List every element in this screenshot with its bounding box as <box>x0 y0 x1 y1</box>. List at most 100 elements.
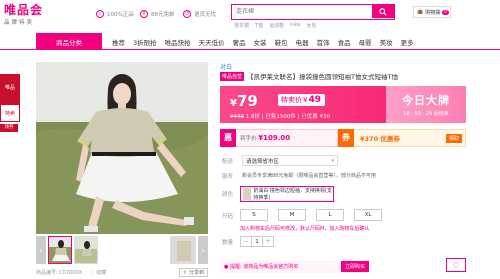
self-operated-tag: 唯品自营 <box>220 71 245 81</box>
size-options: S M L XL <box>240 209 382 221</box>
coupon-offer[interactable]: 券 ¥370 优惠券 领取 <box>338 128 466 147</box>
qty-minus-button[interactable]: − <box>241 237 251 246</box>
size-button[interactable]: S <box>240 209 268 221</box>
nav-item[interactable]: 天天低价 <box>199 37 225 47</box>
check-icon: ✓ <box>96 10 104 18</box>
current-price: ¥79 <box>230 92 258 110</box>
hot-word[interactable]: 连衣裙 <box>234 22 249 29</box>
hot-word[interactable]: T恤 <box>255 22 263 29</box>
search-button[interactable] <box>372 5 394 18</box>
color-option[interactable]: 奶油白 撞色领边短袖，支持换领(支持换季) <box>240 186 334 202</box>
nav-item[interactable]: 电器 <box>296 37 309 47</box>
product-main-image[interactable] <box>36 62 208 234</box>
nav-item[interactable]: 鞋包 <box>275 37 288 47</box>
region-select[interactable]: 请选择省市区 ▾ <box>242 155 338 166</box>
thumbnail-image <box>49 237 71 263</box>
product-title: 【凯伊莱文联名】撞袋撞色圆领短袖T恤女式短袖T恤 <box>247 73 398 81</box>
qty-plus-button[interactable]: + <box>263 237 273 246</box>
special-label: 特卖价 <box>281 96 302 104</box>
nav-item[interactable]: 女装 <box>254 37 267 47</box>
share-icon: ⇪ <box>182 269 187 276</box>
buy-now-button[interactable]: 立即购买 <box>341 261 369 272</box>
final-price: ¥109.00 <box>258 134 291 142</box>
color-label: 颜色 <box>222 192 234 198</box>
hot-word[interactable]: 运动鞋 <box>269 22 284 29</box>
special-price-tag: 特卖价 ¥49 <box>278 94 325 106</box>
original-price: ¥449 <box>230 114 244 120</box>
price-meta: ¥449 1.8折 | 已售1500件 | 已优惠 ¥30 <box>230 112 330 120</box>
coupon-amount: ¥370 优惠券 <box>360 135 400 143</box>
service-text: 新会员专享满88元免邮（限唯品会直营等），部分商品不可用 <box>242 173 376 179</box>
nav-item-more[interactable]: 更多 <box>401 37 414 47</box>
price-panel: ¥79 特卖价 ¥49 ¥449 1.8折 | 已售1500件 | 已优惠 ¥3… <box>220 86 466 123</box>
size-button[interactable]: XL <box>354 209 382 221</box>
logo[interactable]: 唯品会 品牌特卖 <box>4 3 54 27</box>
nav-item[interactable]: 推荐 <box>112 37 125 47</box>
nav-item[interactable]: 美妆 <box>380 37 393 47</box>
main-nav: 推荐 3折限抢 唯品快抢 天天低价 奢品 女装 鞋包 电器 首饰 食品 母婴 美… <box>112 33 414 50</box>
side-ad-text: 特卖 <box>4 111 15 117</box>
logo-main: 唯品会 <box>4 3 44 17</box>
size-button[interactable]: L <box>316 209 344 221</box>
nav-item[interactable]: 3折限抢 <box>133 37 157 47</box>
size-hint: 加入购物车后尺码可修改，默认尺码M，加入购物车后确认 <box>240 226 370 232</box>
promise-label: 退货无忧 <box>194 12 217 18</box>
coupon-row: 惠 到手价 ¥109.00 券 ¥370 优惠券 领取 <box>220 128 466 147</box>
cart-count: 0 <box>442 9 450 15</box>
nav-item[interactable]: 首饰 <box>317 37 330 47</box>
search-box <box>231 4 395 20</box>
claim-coupon-button[interactable]: 领取 <box>445 133 462 143</box>
hot-word[interactable]: nike <box>290 22 300 29</box>
chevron-right-icon[interactable]: › <box>198 236 208 264</box>
product-photo <box>36 62 208 234</box>
today-title: 今日大牌 <box>402 94 450 107</box>
service-label: 服务 <box>222 174 234 180</box>
thumbnail[interactable] <box>170 236 196 264</box>
chevron-left-icon[interactable]: ‹ <box>36 236 46 264</box>
promise-authentic: ✓ 100%正品 <box>96 10 134 18</box>
cart-button[interactable]: 👜 购物袋 0 <box>413 6 451 18</box>
category-button[interactable]: 商品分类 <box>36 33 102 50</box>
qty-value[interactable]: 1 <box>251 237 263 246</box>
price-value: 79 <box>236 92 258 110</box>
quantity-stepper: − 1 + <box>240 236 274 247</box>
promise-return: ↺ 退货无忧 <box>183 10 216 18</box>
side-ad-mid[interactable]: 特卖 <box>0 104 20 122</box>
heart-icon[interactable]: ♡ <box>446 258 466 272</box>
promise-label: 88元免邮 <box>151 12 175 18</box>
product-title-row: 唯品自营 【凯伊莱文联名】撞袋撞色圆领短袖T恤女式短袖T恤 <box>220 71 398 81</box>
thumbnail[interactable] <box>48 236 72 264</box>
nav-item[interactable]: 食品 <box>338 37 351 47</box>
search-icon <box>379 7 387 16</box>
nav-item[interactable]: 奢品 <box>233 37 246 47</box>
search-input[interactable] <box>232 5 368 18</box>
ship-label: 配送 <box>222 159 234 165</box>
discount-info: 1.8折 | 已售1500件 | 已优惠 ¥30 <box>245 114 330 120</box>
nav-item[interactable]: 唯品快抢 <box>165 37 191 47</box>
return-icon: ↺ <box>183 10 191 18</box>
qty-label: 数量 <box>222 240 234 246</box>
yuan-symbol: ¥ <box>230 98 237 109</box>
region-value: 请选择省市区 <box>246 158 280 165</box>
special-price: 49 <box>308 95 321 105</box>
coupon-desc-label: 到手价 <box>240 136 257 142</box>
nav-item[interactable]: 母婴 <box>359 37 372 47</box>
today-brand-box: 今日大牌 18 : 59 : 29 后结束 <box>386 86 466 123</box>
favorite-label: 收藏 <box>96 270 107 276</box>
hot-word[interactable]: 女包 <box>306 22 316 29</box>
side-ad-coupon[interactable]: 领券 <box>0 124 18 132</box>
yuan-icon: ¥ <box>140 10 148 18</box>
color-value: 奶油白 撞色领边短袖，支持换领(支持换季) <box>253 188 332 201</box>
quan-icon: 券 <box>338 128 354 147</box>
color-swatch <box>243 188 252 200</box>
side-ad-text: 唯品 <box>4 85 15 91</box>
share-button[interactable]: ⇪ 分享到 <box>178 268 208 277</box>
promise-free-shipping: ¥ 88元免邮 <box>140 10 175 18</box>
side-ad[interactable]: 唯品 <box>0 74 20 104</box>
brand-link[interactable]: 对白 <box>220 62 232 71</box>
promise-label: 100%正品 <box>107 12 134 18</box>
thumbnail[interactable] <box>74 236 98 264</box>
chevron-down-icon: ▾ <box>331 157 334 164</box>
size-button[interactable]: M <box>278 209 306 221</box>
favorite-link[interactable]: ♡ 收藏 <box>90 269 106 276</box>
